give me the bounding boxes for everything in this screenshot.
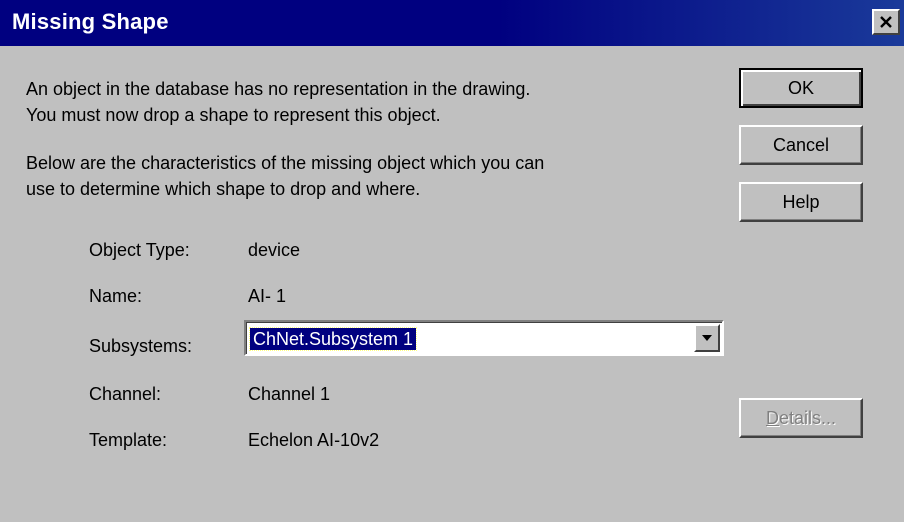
- close-button[interactable]: [872, 9, 900, 35]
- title-bar[interactable]: Missing Shape: [0, 0, 904, 46]
- details-button[interactable]: Details...: [739, 398, 863, 438]
- name-label: Name:: [89, 286, 143, 306]
- chevron-down-icon: [702, 335, 712, 341]
- cancel-button[interactable]: Cancel: [739, 125, 863, 165]
- object-type-value: device: [248, 240, 301, 260]
- cancel-button-label: Cancel: [772, 134, 830, 155]
- subsystems-selected-value[interactable]: ChNet.Subsystem 1: [248, 327, 418, 351]
- window-title: Missing Shape: [12, 9, 169, 34]
- ok-button-label: OK: [787, 77, 814, 98]
- dropdown-button[interactable]: [694, 324, 720, 352]
- subsystems-label: Subsystems:: [89, 336, 193, 356]
- missing-shape-dialog: Missing Shape An object in the database …: [0, 0, 904, 522]
- close-icon: [880, 16, 892, 28]
- message-paragraph-1: An object in the database has no represe…: [26, 76, 530, 128]
- message-line-1: An object in the database has no represe…: [26, 79, 531, 99]
- details-button-mnemonic: D: [765, 407, 779, 428]
- details-button-label: etails...: [778, 407, 837, 428]
- help-button[interactable]: Help: [739, 182, 863, 222]
- template-label: Template:: [89, 430, 168, 450]
- subsystems-dropdown[interactable]: ChNet.Subsystem 1: [244, 320, 724, 356]
- channel-value: Channel 1: [248, 384, 331, 404]
- channel-label: Channel:: [89, 384, 162, 404]
- message-paragraph-2: Below are the characteristics of the mis…: [26, 150, 544, 202]
- message-line-4: use to determine which shape to drop and…: [26, 179, 421, 199]
- message-line-2: You must now drop a shape to represent t…: [26, 105, 441, 125]
- name-value: AI- 1: [248, 286, 287, 306]
- help-button-label: Help: [782, 191, 820, 212]
- template-value: Echelon AI-10v2: [248, 430, 380, 450]
- object-type-label: Object Type:: [89, 240, 190, 260]
- message-line-3: Below are the characteristics of the mis…: [26, 153, 545, 173]
- ok-button[interactable]: OK: [739, 68, 863, 108]
